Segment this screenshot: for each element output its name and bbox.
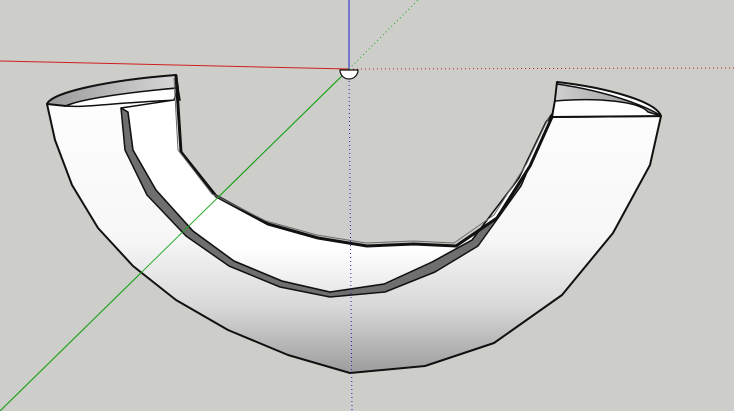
viewport-canvas[interactable] [0,0,734,411]
green-axis-dotted [348,0,419,70]
sketchup-3d-viewport[interactable] [0,0,734,411]
origin-marker-icon [339,69,359,80]
red-axis-solid [0,60,350,70]
red-axis-dotted [348,67,734,70]
half-torus-pipe-model[interactable] [46,74,662,374]
